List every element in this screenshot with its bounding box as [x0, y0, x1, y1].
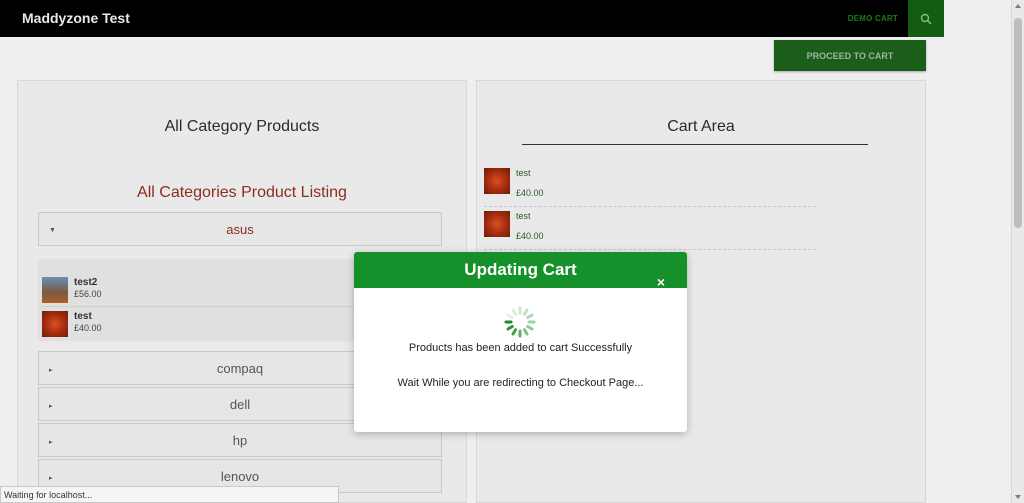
cart-title-underline	[522, 144, 868, 145]
cart-item-price: £40.00	[516, 231, 544, 241]
product-thumbnail	[42, 277, 68, 303]
cart-item-name: test	[516, 211, 531, 221]
page-scrollbar[interactable]	[1011, 0, 1024, 503]
category-label: lenovo	[220, 469, 260, 484]
product-price: £56.00	[74, 289, 102, 299]
cart-item-thumbnail	[484, 168, 510, 194]
brand-title[interactable]: Maddyzone Test	[22, 10, 130, 26]
scroll-down-icon[interactable]	[1015, 495, 1021, 499]
scroll-up-icon[interactable]	[1015, 4, 1021, 8]
category-label: asus	[226, 222, 254, 237]
product-price: £40.00	[74, 323, 102, 333]
product-listing-title: All Categories Product Listing	[137, 184, 347, 201]
browser-status-bar: Waiting for localhost...	[0, 486, 339, 503]
cart-item-thumbnail	[484, 211, 510, 237]
top-navbar: Maddyzone Test DEMO CART	[0, 0, 944, 37]
category-accordion-asus[interactable]: ▼ asus	[38, 212, 442, 246]
category-label: hp	[232, 433, 248, 448]
search-icon	[920, 13, 932, 25]
product-name: test	[74, 311, 92, 322]
cart-item[interactable]: test £40.00	[484, 209, 816, 250]
cart-item-price: £40.00	[516, 188, 544, 198]
search-button[interactable]	[908, 0, 944, 37]
updating-cart-modal: Updating Cart × Products has been added …	[354, 252, 687, 432]
category-products-title: All Category Products	[164, 118, 320, 135]
close-icon[interactable]: ×	[657, 275, 665, 289]
product-name: test2	[74, 277, 98, 288]
cart-item-name: test	[516, 168, 531, 178]
demo-cart-link[interactable]: DEMO CART	[848, 14, 898, 23]
product-thumbnail	[42, 311, 68, 337]
modal-success-message: Products has been added to cart Successf…	[408, 342, 633, 354]
modal-title: Updating Cart	[464, 260, 577, 279]
modal-redirect-message: Wait While you are redirecting to Checko…	[397, 377, 644, 389]
scroll-thumb[interactable]	[1014, 18, 1022, 228]
loading-spinner-icon	[504, 306, 536, 338]
modal-header: Updating Cart ×	[354, 252, 687, 289]
cart-area-title: Cart Area	[667, 118, 735, 135]
cart-item[interactable]: test £40.00	[484, 166, 816, 207]
proceed-to-cart-button[interactable]: PROCEED TO CART	[774, 40, 926, 71]
